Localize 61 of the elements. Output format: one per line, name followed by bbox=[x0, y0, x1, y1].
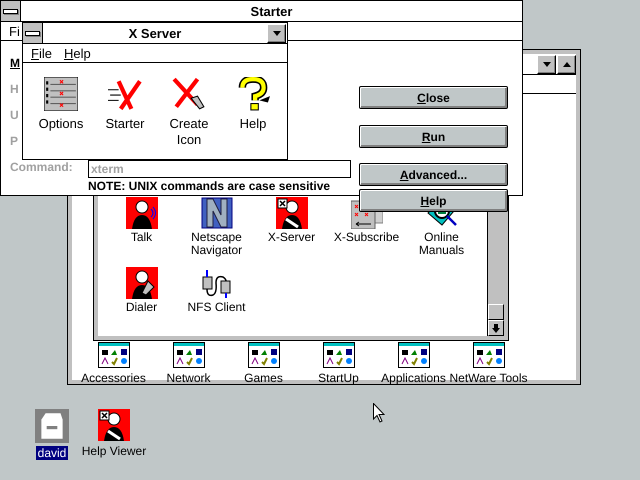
group-label[interactable]: Applications bbox=[381, 372, 446, 385]
program-group-icon[interactable] bbox=[172, 342, 204, 368]
menu-item[interactable]: Help bbox=[64, 46, 91, 60]
down-arrow-icon bbox=[542, 62, 550, 66]
menu-item[interactable]: File bbox=[31, 46, 52, 60]
field-label: H bbox=[10, 82, 19, 96]
up-arrow-icon bbox=[562, 62, 570, 66]
window-title: Starter bbox=[250, 4, 294, 18]
scroll-down-button[interactable] bbox=[488, 320, 504, 336]
tool-label[interactable]: Options bbox=[36, 116, 86, 132]
icon-label[interactable]: Help Viewer bbox=[80, 444, 148, 458]
program-label[interactable]: X-Server bbox=[256, 231, 326, 244]
tool-label[interactable]: Starter bbox=[100, 116, 150, 132]
command-button[interactable]: Close bbox=[359, 86, 508, 109]
icon-label[interactable]: david bbox=[36, 446, 68, 460]
window-title: X Server bbox=[128, 26, 182, 40]
question-icon bbox=[236, 77, 270, 111]
group-label[interactable]: Games bbox=[244, 372, 283, 385]
program-group-icon[interactable] bbox=[472, 342, 504, 368]
program-group-icon[interactable] bbox=[322, 342, 354, 368]
person-icon[interactable] bbox=[98, 409, 130, 441]
program-label[interactable]: Netscape Navigator bbox=[182, 231, 252, 257]
person-icon bbox=[126, 267, 158, 299]
down-arrow-icon bbox=[272, 30, 280, 36]
mouse-pointer-icon bbox=[373, 403, 385, 423]
field-label: U bbox=[10, 108, 19, 122]
tile-icon bbox=[200, 197, 232, 229]
minimize-button[interactable] bbox=[537, 54, 556, 74]
tool-label[interactable]: Help bbox=[228, 116, 278, 132]
program-label[interactable]: Online Manuals bbox=[406, 231, 476, 257]
list-icon bbox=[44, 77, 78, 111]
group-label[interactable]: StartUp bbox=[318, 372, 359, 385]
command-button[interactable]: Advanced... bbox=[359, 163, 508, 186]
tool-label[interactable]: Create Icon bbox=[164, 116, 214, 148]
control-menu-button[interactable] bbox=[23, 23, 43, 43]
menu-item[interactable]: Fi bbox=[9, 24, 20, 38]
group-label[interactable]: Accessories bbox=[81, 372, 146, 385]
program-label[interactable]: Talk bbox=[106, 231, 176, 244]
maximize-button[interactable] bbox=[557, 54, 576, 74]
program-label[interactable]: Dialer bbox=[106, 301, 176, 314]
command-button[interactable]: Run bbox=[359, 125, 508, 148]
minimize-button[interactable] bbox=[267, 24, 286, 42]
program-group-icon[interactable] bbox=[248, 342, 280, 368]
group-label[interactable]: Network bbox=[166, 372, 210, 385]
control-menu-button[interactable] bbox=[1, 1, 21, 21]
field-label: Command: bbox=[10, 160, 73, 174]
group-label[interactable]: NetWare Tools bbox=[449, 372, 528, 385]
program-label[interactable]: X-Subscribe bbox=[332, 231, 402, 244]
program-label[interactable]: NFS Client bbox=[182, 301, 252, 314]
program-group-icon[interactable] bbox=[398, 342, 430, 368]
field-label: M bbox=[10, 56, 20, 70]
command-button[interactable]: Help bbox=[359, 189, 508, 212]
plug-icon bbox=[200, 267, 232, 299]
down-arrow-icon bbox=[492, 324, 500, 332]
note-text: NOTE: UNIX commands are case sensitive bbox=[88, 179, 332, 193]
scroll-thumb[interactable] bbox=[488, 304, 504, 320]
drawer-icon[interactable] bbox=[35, 409, 69, 443]
field-label: P bbox=[10, 134, 18, 148]
program-group-icon[interactable] bbox=[98, 342, 130, 368]
x-mark-icon bbox=[108, 77, 142, 111]
pen-icon bbox=[172, 77, 206, 111]
